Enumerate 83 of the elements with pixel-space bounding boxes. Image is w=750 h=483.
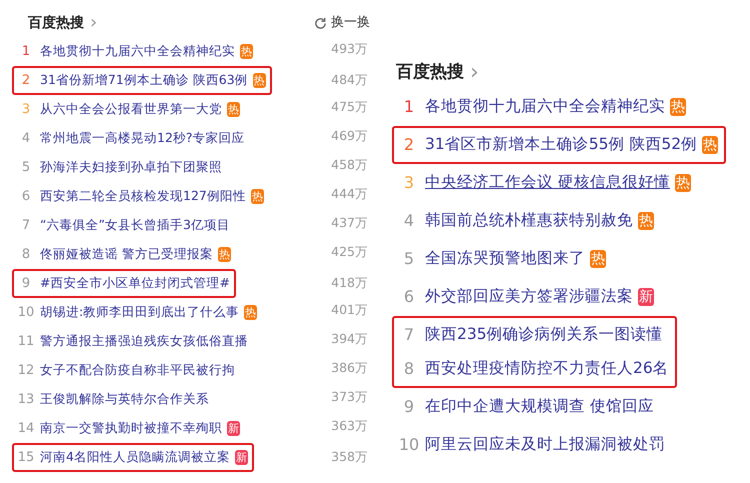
- hot-tag: 热: [590, 250, 606, 268]
- trending-link[interactable]: 各地贯彻十九届六中全会精神纪实: [40, 42, 235, 61]
- new-tag: 新: [227, 421, 240, 436]
- trending-link[interactable]: “六毒俱全”女县长曾插手3亿项目: [40, 216, 230, 235]
- trending-link[interactable]: 常州地震一高楼晃动12秒?专家回应: [40, 129, 245, 148]
- rank-number: 10: [16, 304, 36, 322]
- search-count: 484万: [331, 71, 368, 90]
- panel-title[interactable]: 百度热搜: [396, 60, 464, 86]
- rank-number: 1: [20, 42, 32, 61]
- search-count: 458万: [331, 156, 368, 174]
- search-count: 444万: [331, 185, 368, 204]
- trending-link[interactable]: 陕西235例确诊病例关系一图读懂: [425, 323, 663, 347]
- panel-title[interactable]: 百度热搜: [28, 12, 84, 34]
- rank-number: 8: [20, 246, 32, 264]
- rank-number: 12: [16, 362, 36, 380]
- new-tag: 新: [638, 288, 654, 306]
- hot-tag: 热: [240, 44, 253, 59]
- trending-link[interactable]: 南京一交警执勤时被撞不幸殉职: [40, 419, 222, 438]
- hot-tag: 热: [218, 247, 231, 262]
- trending-link[interactable]: 佟丽娅被造谣 警方已受理报案: [40, 245, 213, 264]
- trending-link[interactable]: 阿里云回应未及时上报漏洞被处罚: [425, 433, 665, 457]
- trending-link[interactable]: 西安处理疫情防控不力责任人26名: [425, 357, 669, 381]
- trending-link[interactable]: 胡锡进:教师李田田到底出了什么事: [40, 303, 240, 322]
- search-count: 358万: [331, 448, 368, 466]
- hot-tag: 热: [674, 174, 691, 192]
- rank-number: 9: [20, 274, 32, 293]
- hot-tag: 热: [638, 212, 654, 230]
- new-tag: 新: [234, 450, 248, 465]
- trending-link[interactable]: 外交部回应美方签署涉疆法案: [425, 285, 633, 309]
- rank-number: 5: [402, 248, 416, 270]
- trending-link[interactable]: 孙海洋夫妇接到孙卓拍下团聚照: [40, 158, 222, 177]
- refresh-button[interactable]: 换一换: [314, 13, 370, 33]
- trending-link[interactable]: #西安全市小区单位封闭式管理#: [40, 274, 230, 293]
- search-count: 418万: [331, 274, 368, 292]
- trending-link[interactable]: 各地贯彻十九届六中全会精神纪实: [425, 95, 665, 119]
- search-count: 425万: [331, 243, 368, 262]
- rank-number: 14: [16, 420, 36, 438]
- trending-link[interactable]: 在印中企遭大规模调查 使馆回应: [425, 395, 654, 419]
- rank-number: 3: [20, 100, 32, 119]
- hot-tag: 热: [252, 73, 266, 88]
- hot-tag: 热: [227, 102, 240, 117]
- search-count: 394万: [331, 330, 368, 348]
- refresh-icon: [314, 16, 327, 30]
- search-count: 401万: [331, 301, 368, 320]
- trending-link[interactable]: 西安第二轮全员核检发现127例阳性: [40, 187, 246, 206]
- rank-number: 3: [402, 172, 416, 194]
- rank-number: 6: [402, 286, 416, 308]
- hot-tag: 热: [670, 98, 686, 116]
- trending-link[interactable]: 中央经济工作会议 硬核信息很好懂: [425, 171, 670, 195]
- rank-number: 15: [16, 448, 36, 467]
- rank-number: 10: [398, 434, 420, 456]
- search-count: 363万: [331, 417, 368, 436]
- rank-number: 4: [402, 210, 416, 232]
- search-count: 469万: [331, 127, 368, 146]
- rank-number: 11: [16, 332, 36, 351]
- search-count: 373万: [331, 388, 368, 406]
- search-count: 475万: [331, 98, 368, 116]
- rank-number: 2: [402, 134, 416, 156]
- search-count: 437万: [331, 214, 368, 232]
- search-count: 386万: [331, 359, 368, 378]
- hot-tag: 热: [702, 136, 718, 154]
- rank-number: 1: [402, 96, 416, 118]
- trending-link[interactable]: 从六中全会公报看世界第一大党: [40, 100, 222, 119]
- hot-tag: 热: [250, 189, 264, 204]
- trending-link[interactable]: 31省区市新增本土确诊55例 陕西52例: [425, 133, 698, 157]
- trending-link[interactable]: 31省份新增71例本土确诊 陕西63例: [40, 71, 248, 90]
- rank-number: 5: [20, 158, 32, 177]
- trending-link[interactable]: 王俊凯解除与英特尔合作关系: [40, 390, 209, 409]
- hot-tag: 热: [244, 305, 258, 320]
- trending-link[interactable]: 警方通报主播强迫残疾女孩低俗直播: [40, 332, 248, 351]
- trending-link[interactable]: 女子不配合防疫自称非平民被行拘: [40, 361, 235, 380]
- rank-number: 8: [402, 358, 416, 380]
- rank-number: 6: [20, 188, 32, 206]
- trending-link[interactable]: 全国冻哭预警地图来了: [425, 247, 585, 271]
- rank-number: 2: [20, 72, 32, 90]
- rank-number: 4: [20, 130, 32, 148]
- rank-number: 13: [16, 390, 36, 409]
- rank-number: 9: [402, 396, 416, 418]
- rank-number: 7: [402, 324, 416, 346]
- trending-link[interactable]: 韩国前总统朴槿惠获特别赦免: [425, 209, 633, 233]
- rank-number: 7: [20, 216, 32, 235]
- search-count: 493万: [331, 40, 368, 58]
- trending-link[interactable]: 河南4名阳性人员隐瞒流调被立案: [40, 448, 230, 467]
